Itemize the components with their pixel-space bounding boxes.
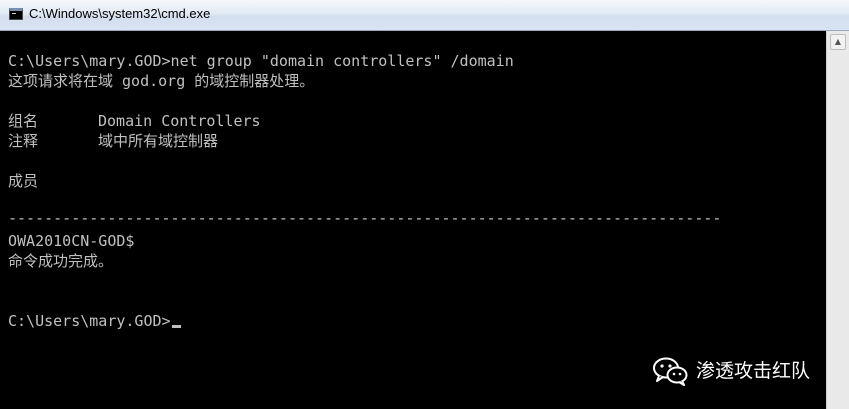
request-note: 这项请求将在域 god.org 的域控制器处理。	[8, 72, 315, 90]
watermark: 渗透攻击红队	[652, 355, 810, 387]
scroll-up-icon[interactable]: ▲	[830, 34, 846, 50]
prompt-line[interactable]: C:\Users\mary.GOD>	[8, 311, 181, 331]
vertical-scrollbar[interactable]: ▲	[826, 31, 849, 409]
window-title: C:\Windows\system32\cmd.exe	[29, 6, 211, 21]
group-name-value: Domain Controllers	[98, 112, 261, 130]
console-area[interactable]: C:\Users\mary.GOD>net group "domain cont…	[0, 31, 826, 409]
divider-line: ----------------------------------------…	[8, 209, 722, 227]
command-line: C:\Users\mary.GOD>net group "domain cont…	[8, 52, 514, 70]
prompt-text: C:\Users\mary.GOD>	[8, 312, 171, 330]
wechat-icon	[652, 356, 688, 386]
member-entry: OWA2010CN-GOD$	[8, 232, 135, 250]
cmd-app-icon[interactable]	[9, 8, 23, 20]
members-label: 成员	[8, 172, 39, 190]
group-name-label: 组名	[8, 112, 39, 130]
watermark-text: 渗透攻击红队	[696, 360, 811, 382]
completion-message: 命令成功完成。	[8, 252, 114, 270]
cmd-window: C:\Windows\system32\cmd.exe C:\Users\mar…	[0, 0, 849, 409]
comment-label: 注释	[8, 132, 39, 150]
text-cursor	[171, 325, 181, 328]
title-bar[interactable]: C:\Windows\system32\cmd.exe	[0, 0, 849, 31]
comment-value: 域中所有域控制器	[98, 132, 219, 150]
